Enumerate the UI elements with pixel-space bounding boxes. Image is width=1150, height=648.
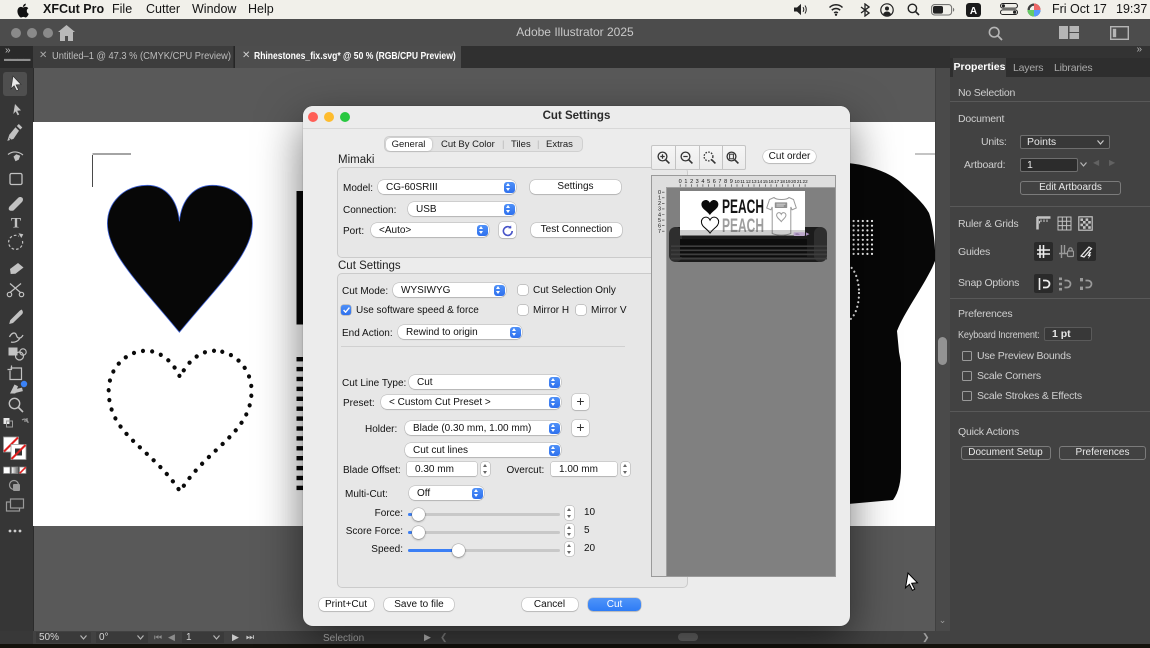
svg-text:PEACH: PEACH (722, 197, 764, 218)
svg-text:A: A (970, 5, 977, 16)
svg-text:T: T (11, 216, 21, 232)
